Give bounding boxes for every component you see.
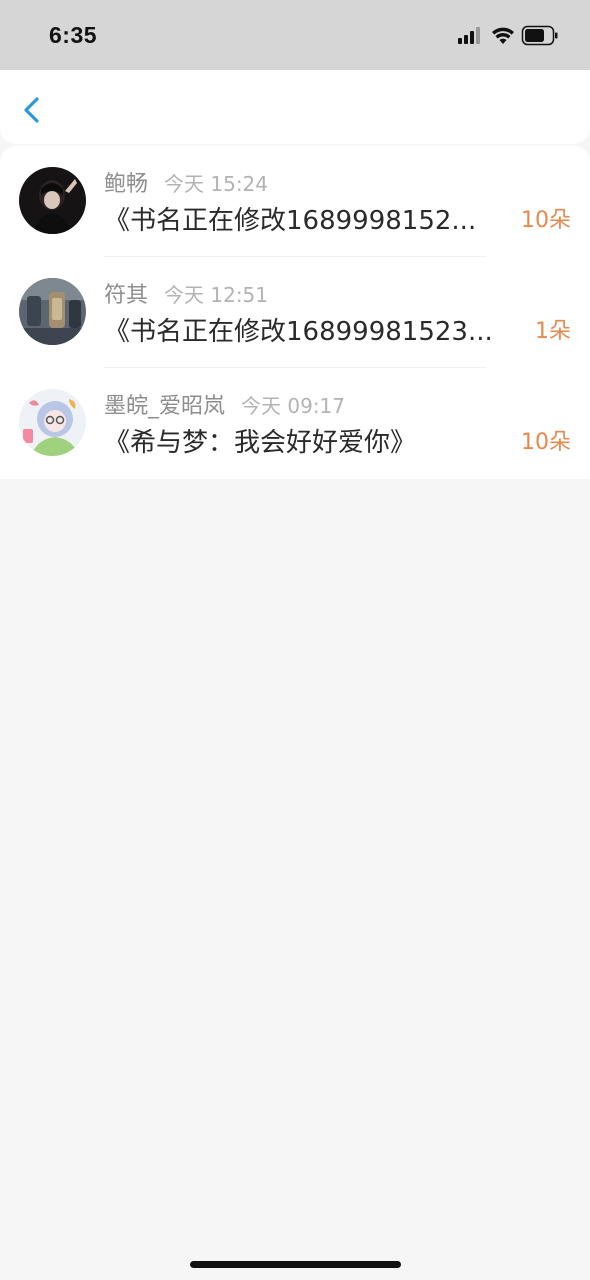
avatar-image (19, 389, 86, 456)
row-header: 鲍畅 今天 15:24 (104, 166, 268, 198)
sent-time: 今天 12:51 (164, 283, 269, 307)
battery-icon (521, 25, 558, 46)
back-button[interactable] (16, 90, 52, 130)
avatar[interactable] (19, 167, 86, 234)
sender-name: 符其 (104, 283, 149, 308)
list-item[interactable]: 鲍畅 今天 15:24 《书名正在修改1689998152... 10朵 (0, 146, 590, 257)
avatar-image (19, 278, 86, 345)
sent-time: 今天 09:17 (241, 394, 346, 418)
home-indicator[interactable] (190, 1261, 401, 1268)
status-icon-group (458, 25, 558, 46)
book-title: 《希与梦：我会好好爱你》 (104, 428, 417, 458)
flower-count: 1朵 (535, 319, 571, 344)
status-icons (458, 24, 568, 48)
book-title: 《书名正在修改16899981523... (104, 317, 493, 347)
status-time: 6:35 (49, 22, 98, 48)
book-title: 《书名正在修改1689998152... (104, 206, 477, 236)
avatar-image (19, 167, 86, 234)
sender-name: 墨皖_爱昭岚 (104, 394, 226, 419)
list-item[interactable]: 符其 今天 12:51 《书名正在修改16899981523... 1朵 (0, 257, 590, 368)
nav-bar (0, 70, 590, 144)
avatar[interactable] (19, 389, 86, 456)
flower-count: 10朵 (521, 430, 571, 455)
flower-count: 10朵 (521, 208, 571, 233)
signal-icon (458, 27, 480, 44)
list-item[interactable]: 墨皖_爱昭岚 今天 09:17 《希与梦：我会好好爱你》 10朵 (0, 368, 590, 479)
sent-time: 今天 15:24 (164, 172, 269, 196)
chevron-left-icon (24, 97, 39, 123)
sender-name: 鲍畅 (104, 172, 149, 197)
gift-list: 鲍畅 今天 15:24 《书名正在修改1689998152... 10朵 符其 今天… (0, 146, 590, 479)
avatar[interactable] (19, 278, 86, 345)
wifi-icon (492, 27, 514, 44)
row-header: 墨皖_爱昭岚 今天 09:17 (104, 388, 345, 420)
status-bar: 6:35 (0, 0, 590, 72)
row-header: 符其 今天 12:51 (104, 277, 268, 309)
